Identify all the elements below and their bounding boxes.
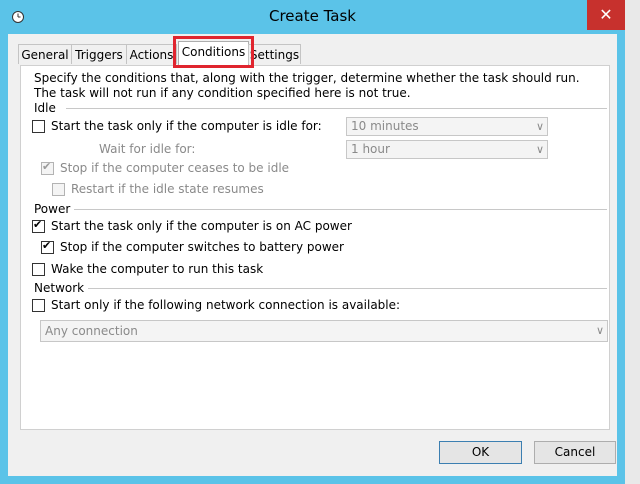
battery-row[interactable]: Stop if the computer switches to battery… [41, 239, 344, 254]
ac-power-label: Start the task only if the computer is o… [51, 219, 352, 233]
ac-power-checkbox[interactable] [32, 218, 45, 233]
idle-divider [66, 108, 607, 109]
tab-actions[interactable]: Actions [126, 44, 177, 64]
tab-triggers[interactable]: Triggers [71, 44, 127, 64]
stop-if-ceases-row[interactable]: Stop if the computer ceases to be idle [41, 160, 290, 175]
create-task-dialog: Create Task ✕ General Triggers Actions C… [0, 0, 625, 484]
battery-checkbox[interactable] [41, 239, 54, 254]
restart-if-resumes-label: Restart if the idle state resumes [71, 182, 264, 196]
network-heading: Network [34, 281, 85, 295]
idle-duration-select[interactable]: 10 minutes ∨ [346, 117, 548, 136]
chevron-down-icon: ∨ [535, 120, 544, 133]
idle-start-checkbox[interactable] [32, 119, 45, 133]
tab-settings[interactable]: Settings [248, 44, 301, 64]
wait-for-idle-select[interactable]: 1 hour ∨ [346, 140, 548, 159]
network-label: Start only if the following network conn… [51, 298, 401, 312]
idle-start-row[interactable]: Start the task only if the computer is i… [32, 119, 322, 133]
idle-duration-value: 10 minutes [351, 119, 419, 133]
wake-row[interactable]: Wake the computer to run this task [32, 262, 263, 276]
wait-for-idle-label: Wait for idle for: [99, 142, 196, 156]
power-heading: Power [34, 202, 71, 216]
restart-if-resumes-checkbox[interactable] [52, 182, 65, 196]
wake-label: Wake the computer to run this task [51, 262, 264, 276]
window-title: Create Task [269, 7, 356, 25]
close-button[interactable]: ✕ [587, 0, 625, 30]
network-row[interactable]: Start only if the following network conn… [32, 298, 400, 312]
cancel-button[interactable]: Cancel [534, 441, 616, 464]
network-connection-value: Any connection [45, 324, 138, 338]
wake-checkbox[interactable] [32, 262, 45, 276]
network-divider [88, 288, 607, 289]
power-divider [74, 209, 607, 210]
dialog-client-area: General Triggers Actions Conditions Sett… [8, 34, 617, 476]
ok-button[interactable]: OK [439, 441, 522, 464]
close-icon: ✕ [599, 5, 613, 24]
stop-if-ceases-checkbox[interactable] [41, 160, 54, 175]
idle-heading: Idle [34, 101, 56, 115]
network-connection-select[interactable]: Any connection ∨ [40, 320, 608, 342]
ac-power-row[interactable]: Start the task only if the computer is o… [32, 218, 352, 233]
tab-general[interactable]: General [18, 44, 72, 64]
battery-label: Stop if the computer switches to battery… [60, 240, 344, 254]
idle-start-label: Start the task only if the computer is i… [51, 119, 322, 133]
network-checkbox[interactable] [32, 298, 45, 312]
stop-if-ceases-label: Stop if the computer ceases to be idle [60, 161, 290, 175]
chevron-down-icon: ∨ [595, 324, 604, 337]
title-bar: Create Task ✕ [0, 0, 625, 34]
restart-if-resumes-row[interactable]: Restart if the idle state resumes [52, 182, 264, 196]
wait-for-idle-value: 1 hour [351, 142, 390, 156]
tab-highlight-box [173, 36, 254, 68]
chevron-down-icon: ∨ [535, 143, 544, 156]
conditions-description: Specify the conditions that, along with … [34, 71, 580, 100]
